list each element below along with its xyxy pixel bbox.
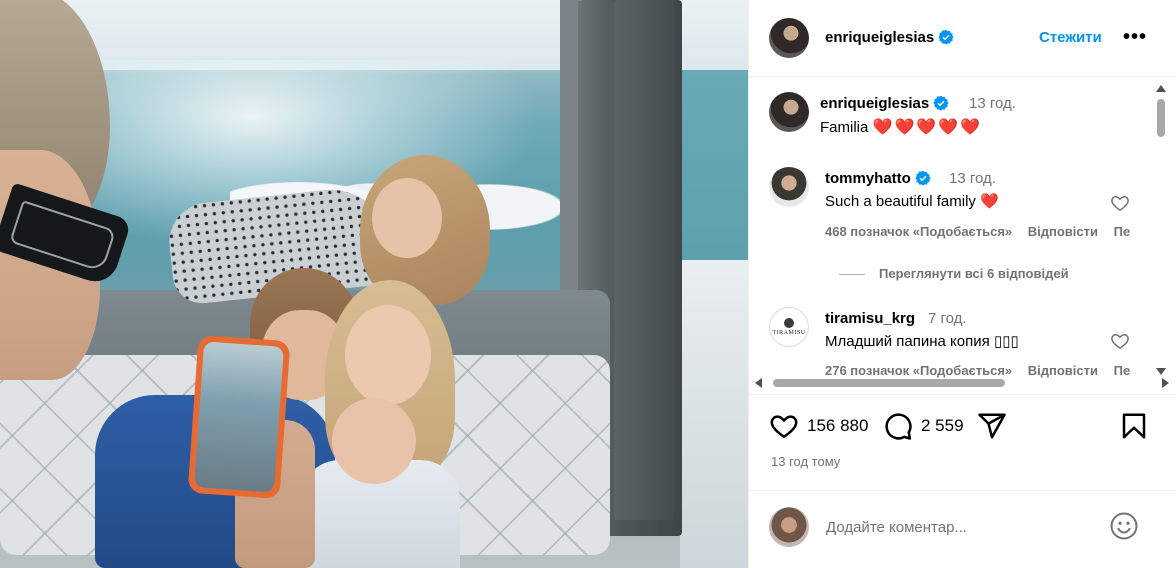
comment-meta: 468 позначок «Подобається» Відповісти Пе <box>825 224 1142 239</box>
comment-time[interactable]: 7 год. <box>928 310 967 327</box>
photo-pillar-inner <box>614 0 674 520</box>
caption-avatar[interactable] <box>769 92 809 132</box>
more-options-button[interactable]: ••• <box>1123 26 1147 49</box>
comment-like-count[interactable]: 276 позначок «Подобається» <box>825 363 1012 378</box>
caption-text-row: Familia ❤️❤️❤️❤️❤️ <box>820 117 982 137</box>
header-author-name[interactable]: enriqueiglesias <box>825 29 934 46</box>
comment-author-name[interactable]: tiramisu_krg <box>825 310 915 327</box>
like-button[interactable]: 156 880 <box>769 411 868 441</box>
comment-reply-button[interactable]: Відповісти <box>1028 224 1098 239</box>
photo-boat-deck <box>680 260 748 568</box>
comment-like-heart-icon[interactable] <box>1110 331 1130 351</box>
comment-like-count[interactable]: 468 позначок «Подобається» <box>825 224 1012 239</box>
horizontal-scroll-thumb[interactable] <box>773 379 1005 387</box>
heart-icon[interactable] <box>769 411 799 441</box>
verified-badge-icon <box>915 170 931 186</box>
comment-author[interactable]: tommyhatto <box>825 170 931 187</box>
comment-icon[interactable] <box>883 411 913 441</box>
comment-avatar[interactable] <box>769 167 809 207</box>
scroll-down-arrow-icon[interactable] <box>1156 368 1166 375</box>
comment-author-name[interactable]: tommyhatto <box>825 170 911 187</box>
scroll-left-arrow-icon[interactable] <box>755 378 762 388</box>
add-comment-section <box>749 490 1176 568</box>
comment-reply-button[interactable]: Відповісти <box>1028 363 1098 378</box>
comments-vertical-scrollbar[interactable] <box>1155 85 1167 375</box>
view-replies-button[interactable]: Переглянути всі 6 відповідей <box>839 266 1069 281</box>
comment-text-row: Such a beautiful family ❤️ <box>825 192 999 210</box>
comment-time[interactable]: 13 год. <box>949 170 996 187</box>
caption-author-name[interactable]: enriqueiglesias <box>820 95 929 112</box>
header-author[interactable]: enriqueiglesias <box>825 29 954 46</box>
comment-emoji: ▯▯▯ <box>993 333 1019 350</box>
photo-phone-screen <box>194 341 284 493</box>
comment-input[interactable] <box>826 516 1076 538</box>
scroll-up-arrow-icon[interactable] <box>1156 85 1166 92</box>
comment-text: Such a beautiful family <box>825 193 976 210</box>
caption-text: Familia <box>820 119 869 136</box>
comment-like-heart-icon[interactable] <box>1110 193 1130 213</box>
tiramisu-logo-text: TIRAMISU <box>772 330 806 336</box>
comment-text-row: Младший папина копия ▯▯▯ <box>825 332 1019 350</box>
smiley-icon[interactable] <box>1109 511 1139 541</box>
caption-hearts: ❤️❤️❤️❤️❤️ <box>872 119 983 136</box>
comment-more-link[interactable]: Пе <box>1114 224 1131 239</box>
post-side-panel: enriqueiglesias Стежити ••• enriqueigles… <box>748 0 1176 568</box>
comment-author[interactable]: tiramisu_krg <box>825 310 915 327</box>
save-button[interactable] <box>1119 411 1149 441</box>
comment-avatar[interactable]: TIRAMISU <box>769 307 809 347</box>
tiramisu-logo-icon <box>784 318 794 328</box>
actions-divider <box>749 394 1176 395</box>
caption-time[interactable]: 13 год. <box>969 95 1016 112</box>
comment-meta: 276 позначок «Подобається» Відповісти Пе <box>825 363 1142 378</box>
caption-author[interactable]: enriqueiglesias <box>820 95 949 112</box>
photo-girl-face <box>372 178 442 258</box>
photo-baby-face <box>332 398 416 484</box>
action-bar: 156 880 2 559 <box>749 407 1176 447</box>
photo-phone <box>187 334 291 500</box>
verified-badge-icon <box>938 29 954 45</box>
comments-horizontal-scrollbar[interactable] <box>755 377 1169 389</box>
author-avatar[interactable] <box>769 18 809 58</box>
current-user-avatar <box>769 507 809 547</box>
comment-emoji: ❤️ <box>980 193 999 210</box>
comment-more-link[interactable]: Пе <box>1114 363 1131 378</box>
comment-button[interactable]: 2 559 <box>883 411 964 441</box>
like-count[interactable]: 156 880 <box>807 416 868 436</box>
post-photo[interactable] <box>0 0 748 568</box>
follow-button[interactable]: Стежити <box>1039 29 1102 46</box>
send-icon[interactable] <box>977 411 1007 441</box>
photo-window-frame <box>560 0 580 310</box>
scroll-right-arrow-icon[interactable] <box>1162 378 1169 388</box>
comments-list[interactable]: enriqueiglesias 13 год. Familia ❤️❤️❤️❤️… <box>749 77 1176 392</box>
photo-girl2-face <box>345 305 431 405</box>
comment-count[interactable]: 2 559 <box>921 416 964 436</box>
bookmark-icon[interactable] <box>1119 411 1149 441</box>
post-time-ago[interactable]: 13 год тому <box>771 454 840 469</box>
vertical-scroll-thumb[interactable] <box>1157 99 1165 137</box>
comment-text: Младший папина копия <box>825 333 994 350</box>
share-button[interactable] <box>977 411 1007 441</box>
verified-badge-icon <box>933 95 949 111</box>
